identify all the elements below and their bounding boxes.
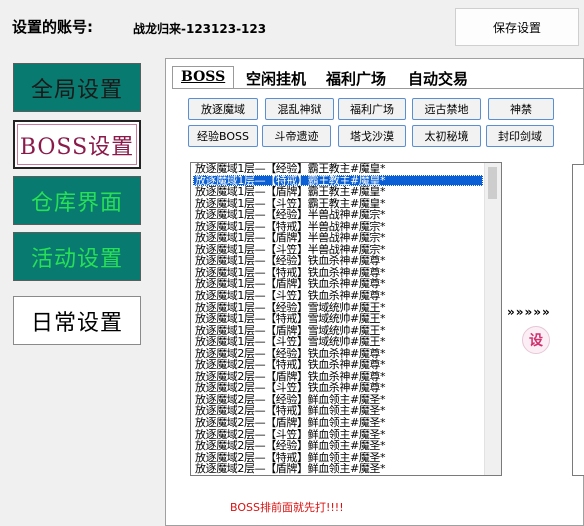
- boss-list-item[interactable]: 放逐魔域1层—【斗笠】铁血杀神#魔尊*: [193, 290, 483, 302]
- boss-list-item[interactable]: 放逐魔域1层—【斗笠】霸王教主#魔皇*: [193, 198, 483, 210]
- boss-list-item[interactable]: 放逐魔域2层—【特戒】铁血杀神#魔尊*: [193, 359, 483, 371]
- boss-list-item[interactable]: 放逐魔域1层—【经验】雪域统帅#魔王*: [193, 302, 483, 314]
- boss-list-item[interactable]: 放逐魔域2层—【盾牌】铁血杀神#魔尊*: [193, 371, 483, 383]
- boss-list-item[interactable]: 放逐魔域1层—【特戒】铁血杀神#魔尊*: [193, 267, 483, 279]
- move-arrows: »»»»»: [507, 305, 551, 319]
- boss-list-item[interactable]: 放逐魔域1层—【斗笠】半兽战神#魔宗*: [193, 244, 483, 256]
- boss-list-item[interactable]: 放逐魔域2层—【经验】鲜血领主#魔圣*: [193, 394, 483, 406]
- cat-welfare-square[interactable]: 福利广场: [338, 98, 406, 120]
- boss-list-items: 放逐魔域1层—【经验】霸王教主#魔皇* 放逐魔域1层—【特戒】霸王教主#魔皇* 放逐…: [193, 163, 483, 475]
- boss-list[interactable]: 放逐魔域1层—【经验】霸王教主#魔皇* 放逐魔域1层—【特戒】霸王教主#魔皇* 放逐…: [190, 162, 502, 476]
- selected-boss-list[interactable]: [572, 164, 584, 476]
- nav-global-settings[interactable]: 全局设置: [13, 63, 141, 112]
- boss-list-item[interactable]: 放逐魔域1层—【盾牌】雪域统帅#魔王*: [193, 325, 483, 337]
- nav-warehouse[interactable]: 仓库界面: [13, 176, 141, 225]
- tab-welfare[interactable]: 福利广场: [318, 66, 394, 88]
- account-label: 设置的账号:: [12, 18, 93, 36]
- boss-list-item[interactable]: 放逐魔域1层—【经验】半兽战神#魔宗*: [193, 209, 483, 221]
- cat-chaos-prison[interactable]: 混乱神狱: [265, 98, 334, 120]
- boss-list-item[interactable]: 放逐魔域1层—【盾牌】半兽战神#魔宗*: [193, 232, 483, 244]
- boss-list-item[interactable]: 放逐魔域1层—【经验】霸王教主#魔皇*: [193, 163, 483, 175]
- nav-activity-settings[interactable]: 活动设置: [13, 232, 141, 281]
- scrollbar-thumb[interactable]: [488, 167, 497, 199]
- cat-divine-forbidden[interactable]: 神禁: [488, 98, 554, 120]
- tab-idle[interactable]: 空闲挂机: [238, 66, 314, 88]
- cat-ancient-forbidden[interactable]: 远古禁地: [412, 98, 481, 120]
- boss-list-item[interactable]: 放逐魔域2层—【盾牌】鲜血领主#魔圣*: [193, 417, 483, 429]
- priority-notice: BOSS排前面就先打!!!!: [230, 501, 344, 514]
- boss-list-scrollbar[interactable]: [484, 163, 501, 475]
- boss-list-item[interactable]: 放逐魔域2层—【斗笠】铁血杀神#魔尊*: [193, 382, 483, 394]
- boss-list-item[interactable]: 放逐魔域2层—【斗笠】鲜血领主#魔圣*: [193, 429, 483, 441]
- account-value: 战龙归来-123123-123: [133, 22, 267, 36]
- cat-douди-ruins[interactable]: 斗帝遗迹: [262, 125, 331, 147]
- boss-list-item[interactable]: 放逐魔域2层—【特戒】鲜血领主#魔圣*: [193, 452, 483, 464]
- boss-list-item[interactable]: 放逐魔域1层—【盾牌】铁血杀神#魔尊*: [193, 278, 483, 290]
- save-settings-button[interactable]: 保存设置: [455, 8, 579, 46]
- boss-list-item[interactable]: 放逐魔域1层—【特戒】半兽战神#魔宗*: [193, 221, 483, 233]
- tab-auto-trade[interactable]: 自动交易: [400, 66, 476, 88]
- nav-daily-settings[interactable]: 日常设置: [13, 296, 141, 345]
- boss-list-item[interactable]: 放逐魔域2层—【特戒】鲜血领主#魔圣*: [193, 405, 483, 417]
- cat-sealed-sword[interactable]: 封印剑域: [486, 125, 554, 147]
- boss-list-item[interactable]: 放逐魔域1层—【盾牌】霸王教主#魔皇*: [193, 186, 483, 198]
- cat-primordial-realm[interactable]: 太初秘境: [412, 125, 481, 147]
- set-icon[interactable]: 设: [522, 326, 550, 354]
- boss-list-item[interactable]: 放逐魔域1层—【斗笠】雪域统帅#魔王*: [193, 336, 483, 348]
- boss-list-item[interactable]: 放逐魔域2层—【经验】鲜血领主#魔圣*: [193, 440, 483, 452]
- nav-boss-settings[interactable]: BOSS设置: [13, 120, 141, 169]
- boss-list-item[interactable]: 放逐魔域1层—【特戒】霸王教主#魔皇*: [193, 174, 483, 187]
- tab-boss[interactable]: BOSS: [172, 66, 235, 88]
- boss-list-item[interactable]: 放逐魔域2层—【经验】铁血杀神#魔尊*: [193, 348, 483, 360]
- cat-exile-demon[interactable]: 放逐魔域: [188, 98, 258, 120]
- cat-tage-desert[interactable]: 塔戈沙漠: [338, 125, 406, 147]
- boss-list-item[interactable]: 放逐魔域2层—【盾牌】鲜血领主#魔圣*: [193, 463, 483, 475]
- boss-list-item[interactable]: 放逐魔域1层—【经验】铁血杀神#魔尊*: [193, 255, 483, 267]
- cat-exp-boss[interactable]: 经验BOSS: [188, 125, 258, 147]
- tab-divider: [172, 88, 584, 89]
- boss-list-item[interactable]: 放逐魔域1层—【特戒】雪域统帅#魔王*: [193, 313, 483, 325]
